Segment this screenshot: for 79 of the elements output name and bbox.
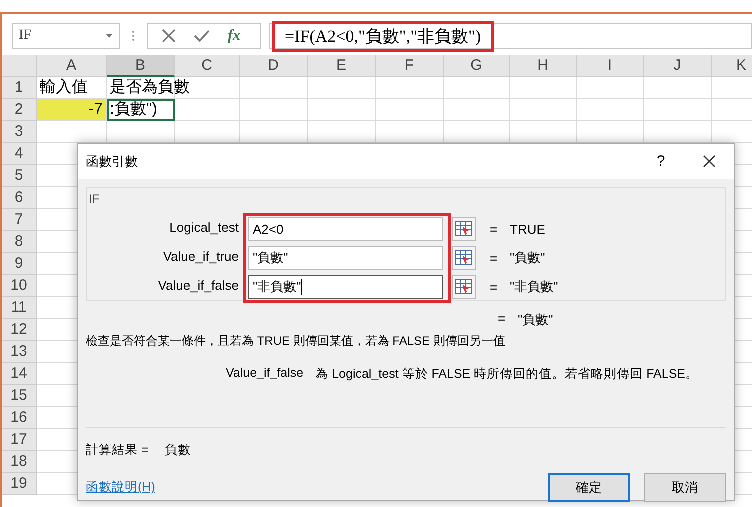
cell-text: 輸入值 [40,78,88,98]
range-picker-button[interactable] [452,217,476,241]
range-picker-button[interactable] [452,246,476,270]
argument-label: Value_if_true [162,248,239,266]
row-header[interactable]: 16 [2,407,37,429]
row-header[interactable]: 14 [2,363,37,385]
row-header[interactable]: 15 [2,385,37,407]
column-header[interactable]: I [577,55,644,77]
argument-result: "非負數" [510,278,558,296]
row-header[interactable]: 4 [2,143,37,165]
row-header[interactable]: 3 [2,121,37,143]
formula-result: "負數" [518,311,554,329]
column-header[interactable]: J [644,55,712,77]
row-header[interactable]: 5 [2,165,37,187]
drag-handle-icon[interactable] [132,30,135,42]
row-header[interactable]: 9 [2,253,37,275]
cancel-button[interactable]: 取消 [644,473,726,502]
row-header[interactable]: 11 [2,297,37,319]
enter-button[interactable] [194,29,210,43]
column-header[interactable]: F [376,55,444,77]
row-header[interactable]: 1 [2,77,37,99]
column-header[interactable]: E [308,55,376,77]
insert-function-button[interactable]: fx [228,28,240,44]
equals-sign: = [490,222,499,236]
row-header[interactable]: 17 [2,429,37,451]
argument-field[interactable]: "非負數" [248,275,443,299]
table-cell[interactable]: :負數") [107,99,175,121]
column-header[interactable]: B [107,55,175,77]
result-value: 負數 [164,442,191,459]
dropdown-caret-icon [106,34,113,38]
column-header[interactable]: A [37,55,107,77]
row-header[interactable]: 10 [2,275,37,297]
close-icon [702,155,716,168]
row-header[interactable]: 18 [2,451,37,473]
column-header[interactable]: C [175,55,240,77]
range-picker-icon [455,249,473,267]
cell-text: 是否為負數 [110,78,190,98]
cell-text: :負數") [110,100,158,120]
equals-sign: = [498,311,507,328]
help-button[interactable]: ? [638,152,684,171]
cancel-button[interactable] [162,29,176,43]
formula-field[interactable]: =IF(A2<0,"負數","非負數") [269,23,752,49]
column-header[interactable]: K [712,55,752,77]
argument-field[interactable]: "負數" [248,246,443,270]
column-header[interactable]: D [240,55,308,77]
function-name: IF [89,192,100,206]
column-header[interactable]: G [444,55,510,77]
name-box[interactable]: IF [12,23,120,49]
help-link[interactable]: 函數說明(H) [86,479,534,496]
row-header[interactable]: 12 [2,319,37,341]
range-picker-icon [455,278,473,296]
argument-field[interactable]: A2<0 [248,217,443,241]
text-cursor [301,279,302,295]
equals-sign: = [490,250,499,266]
table-cell[interactable]: -7 [37,99,107,121]
row-header[interactable]: 19 [2,473,37,495]
close-icon [162,29,176,43]
dialog-title: 函數引數 [86,152,139,170]
argument-name: Value_if_false [226,366,304,382]
ok-button[interactable]: 確定 [548,473,630,502]
argument-result: TRUE [510,222,546,236]
range-picker-icon [455,220,473,238]
argument-result: "負數" [510,249,546,267]
row-header[interactable]: 7 [2,209,37,231]
equals-sign: = [490,280,499,294]
table-cell[interactable]: 是否為負數 [107,77,240,99]
function-description: 檢查是否符合某一條件，且若為 TRUE 則傳回某值，若為 FALSE 則傳回另一值 [86,333,506,350]
column-header[interactable]: H [510,55,577,77]
result-label: 計算結果 = [86,442,149,459]
row-header[interactable]: 2 [2,99,37,121]
row-header[interactable]: 8 [2,231,37,253]
cell-text: -7 [88,100,103,120]
row-header[interactable]: 13 [2,341,37,363]
checkmark-icon [194,29,210,43]
range-picker-button[interactable] [452,275,476,299]
argument-label: Value_if_false [157,277,239,295]
argument-description: 為 Logical_test 等於 FALSE 時所傳回的值。若省略則傳回 FALSE。 [316,366,699,383]
argument-label: Logical_test [168,219,239,237]
row-header[interactable]: 6 [2,187,37,209]
